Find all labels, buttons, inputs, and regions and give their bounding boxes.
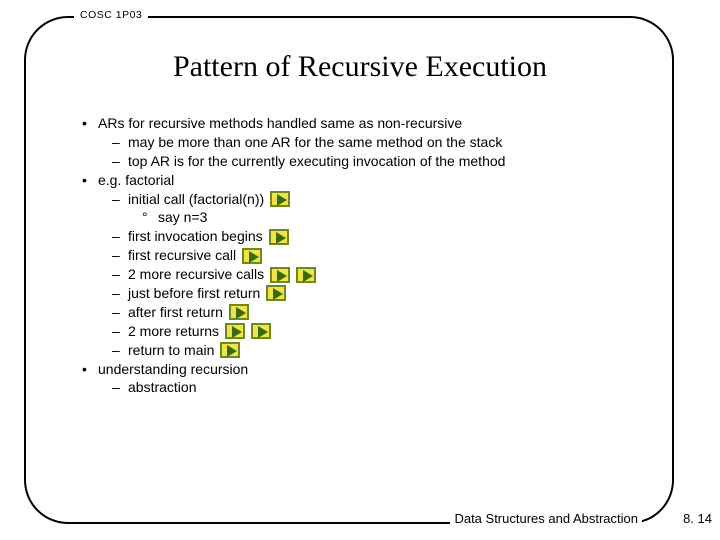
bullet-item-row: return to main [80,341,640,360]
bullet-text: initial call (factorial(n)) [128,190,264,209]
play-icon[interactable] [270,267,290,283]
play-icon[interactable] [225,323,245,339]
bullet-item-row: first recursive call [80,246,640,265]
bullet-item: e.g. factorial [80,171,640,190]
play-icon[interactable] [270,191,290,207]
play-icon[interactable] [269,229,289,245]
slide-title: Pattern of Recursive Execution [0,50,720,84]
bullet-item-row: 2 more returns [80,322,640,341]
bullet-text: after first return [128,303,223,322]
play-icon[interactable] [229,304,249,320]
bullet-text: first invocation begins [128,227,263,246]
page-number: 8. 14 [683,511,712,526]
bullet-item-row: first invocation begins [80,227,640,246]
bullet-text: just before first return [128,284,260,303]
bullet-item: may be more than one AR for the same met… [80,133,640,152]
bullet-text: 2 more recursive calls [128,265,264,284]
bullet-item-row: 2 more recursive calls [80,265,640,284]
play-icon[interactable] [251,323,271,339]
bullet-item: abstraction [80,378,640,397]
course-tag: COSC 1P03 [74,9,148,21]
play-icon[interactable] [242,248,262,264]
bullet-text: return to main [128,341,214,360]
bullet-item: ARs for recursive methods handled same a… [80,114,640,133]
bullet-item: top AR is for the currently executing in… [80,152,640,171]
play-icon[interactable] [296,267,316,283]
bullet-item-row: initial call (factorial(n)) [80,190,640,209]
bullet-item-row: just before first return [80,284,640,303]
slide-content: ARs for recursive methods handled same a… [80,114,640,397]
footer-text: Data Structures and Abstraction [450,511,642,526]
bullet-item: say n=3 [80,208,640,227]
play-icon[interactable] [266,285,286,301]
bullet-item-row: after first return [80,303,640,322]
bullet-text: 2 more returns [128,322,219,341]
bullet-text: first recursive call [128,246,236,265]
bullet-item: understanding recursion [80,360,640,379]
play-icon[interactable] [220,342,240,358]
